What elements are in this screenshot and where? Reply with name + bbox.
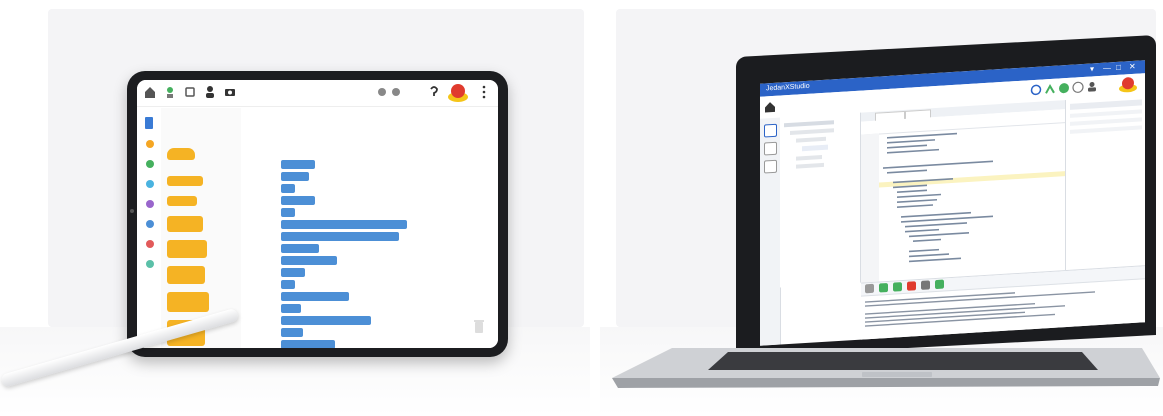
properties-row (1070, 117, 1142, 126)
tablet-screen (137, 80, 498, 348)
code-editor[interactable] (861, 100, 1065, 283)
code-block[interactable] (281, 340, 335, 348)
more-menu-icon[interactable] (481, 84, 487, 100)
code-canvas[interactable] (241, 108, 498, 348)
code-block[interactable] (281, 172, 309, 181)
code-text-lines (883, 132, 993, 263)
console-tool-icon[interactable] (865, 283, 874, 294)
code-block[interactable] (281, 256, 337, 265)
stop-icon[interactable] (907, 281, 916, 291)
robot-icon[interactable] (183, 84, 197, 100)
device-icon[interactable] (163, 84, 177, 100)
maximize-button[interactable]: □ (1116, 63, 1121, 72)
project-tree (780, 112, 861, 288)
code-block[interactable] (281, 292, 349, 301)
code-block[interactable] (281, 220, 407, 229)
side-toolbar (760, 117, 781, 346)
tree-item[interactable] (790, 128, 834, 135)
properties-row (1070, 109, 1142, 118)
code-block[interactable] (281, 304, 301, 313)
emergency-stop-icon[interactable] (447, 82, 469, 104)
code-block[interactable] (281, 196, 315, 205)
properties-header (1070, 99, 1142, 110)
control-block[interactable] (167, 216, 203, 232)
upload-icon[interactable] (1044, 83, 1056, 96)
play-icon[interactable] (879, 282, 888, 293)
tree-item[interactable] (796, 154, 822, 161)
tools-icon[interactable] (764, 123, 777, 138)
category-dot[interactable] (146, 140, 154, 148)
code-block[interactable] (281, 280, 295, 289)
category-dot[interactable] (146, 160, 154, 168)
code-block[interactable] (281, 232, 399, 241)
code-block[interactable] (281, 244, 319, 253)
control-block[interactable] (167, 292, 209, 312)
emergency-stop-icon[interactable] (1118, 75, 1138, 94)
code-block[interactable] (281, 316, 371, 325)
category-dot[interactable] (146, 260, 154, 268)
event-block[interactable] (167, 148, 195, 160)
code-block[interactable] (281, 328, 303, 337)
control-block[interactable] (167, 240, 207, 258)
properties-panel (1065, 95, 1145, 271)
hand-icon[interactable] (764, 141, 777, 156)
code-block[interactable] (281, 208, 295, 217)
tree-item[interactable] (796, 136, 826, 143)
control-block[interactable] (167, 266, 205, 284)
code-block[interactable] (281, 184, 295, 193)
category-dot[interactable] (146, 240, 154, 248)
console-tool-icon[interactable] (921, 280, 930, 290)
tree-item[interactable] (796, 162, 824, 169)
console-tool-icon[interactable] (935, 279, 944, 290)
connect-icon[interactable] (1030, 84, 1042, 97)
category-palette (137, 108, 162, 348)
trash-icon[interactable] (473, 318, 485, 334)
window-title: JedanXStudio (766, 82, 810, 93)
tablet-camera (130, 209, 134, 213)
code-block[interactable] (281, 160, 315, 169)
camera-icon[interactable] (223, 84, 237, 100)
tree-item-selected[interactable] (802, 144, 828, 152)
close-button[interactable]: ✕ (1129, 62, 1136, 71)
category-dot[interactable] (146, 220, 154, 228)
tree-item[interactable] (784, 120, 834, 128)
step-icon[interactable] (893, 282, 902, 292)
minimize-button[interactable]: — (1103, 63, 1111, 72)
tablet-device (127, 71, 508, 357)
laptop-base (612, 348, 1160, 388)
properties-row (1070, 125, 1142, 134)
home-icon[interactable] (764, 101, 776, 114)
control-block[interactable] (167, 176, 203, 186)
help-icon[interactable] (427, 84, 441, 100)
run-icon[interactable] (1058, 82, 1070, 95)
category-dot[interactable] (146, 200, 154, 208)
home-icon[interactable] (143, 84, 157, 100)
laptop-screen: JedanXStudio ▾ — □ ✕ (760, 60, 1145, 346)
tablet-top-bar (137, 80, 498, 107)
code-block[interactable] (281, 268, 305, 277)
line-gutter (861, 133, 879, 283)
status-icon[interactable] (1072, 81, 1084, 94)
keyboard-icon[interactable] (764, 159, 777, 174)
user-icon[interactable] (1086, 80, 1098, 93)
user-icon[interactable] (203, 84, 217, 100)
dropdown-icon[interactable]: ▾ (1090, 64, 1094, 73)
control-block[interactable] (167, 196, 197, 206)
zoom-controls-icon[interactable] (377, 84, 401, 100)
category-dot[interactable] (146, 180, 154, 188)
code-category-icon[interactable] (143, 116, 155, 130)
